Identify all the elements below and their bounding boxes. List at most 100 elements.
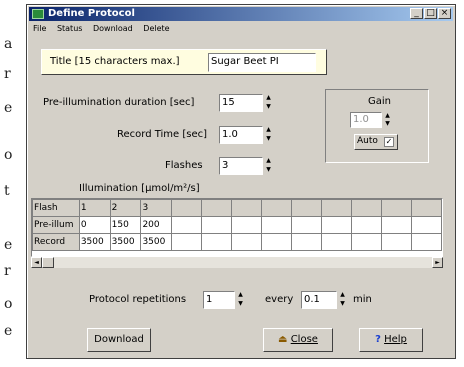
repetitions-input[interactable]: 1: [203, 291, 235, 309]
background-text: e: [4, 237, 13, 253]
spin-up-icon[interactable]: ▲: [235, 291, 246, 300]
spin-down-icon[interactable]: ▼: [263, 135, 274, 144]
auto-gain-checkbox[interactable]: ✓: [384, 137, 394, 147]
row-header: Record: [32, 233, 80, 251]
background-text: a: [4, 36, 13, 52]
illumination-table: Flash 1 2 3 Pre-illum 0 150 200 Record 3…: [32, 199, 442, 251]
record-time-spinner[interactable]: ▲ ▼: [263, 126, 274, 144]
menu-bar: File Status Download Delete: [29, 22, 453, 36]
help-icon: ?: [375, 334, 381, 345]
scroll-right-icon[interactable]: ►: [432, 257, 443, 268]
preillum-label: Pre-illumination duration [sec]: [43, 97, 195, 108]
table-cell[interactable]: [291, 233, 323, 251]
spin-down-icon[interactable]: ▼: [263, 103, 274, 112]
flashes-input[interactable]: 3: [219, 157, 263, 175]
table-cell: [381, 199, 413, 217]
row-header: Pre-illum: [32, 216, 80, 234]
table-cell[interactable]: [411, 233, 442, 251]
spin-up-icon[interactable]: ▲: [382, 112, 393, 120]
record-time-label: Record Time [sec]: [117, 129, 208, 140]
every-label: every: [265, 294, 294, 305]
preillum-input[interactable]: 15: [219, 94, 263, 112]
spin-down-icon[interactable]: ▼: [235, 300, 246, 309]
gain-group: Gain 1.0 ▲ ▼ Auto ✓: [325, 89, 429, 163]
spin-up-icon[interactable]: ▲: [263, 126, 274, 135]
table-cell[interactable]: 3500: [78, 233, 111, 251]
maximize-button[interactable]: □: [424, 8, 437, 19]
table-cell: [201, 199, 233, 217]
menu-status[interactable]: Status: [53, 22, 87, 36]
table-cell[interactable]: [231, 233, 263, 251]
table-cell[interactable]: [321, 216, 353, 234]
menu-download[interactable]: Download: [89, 22, 137, 36]
table-row: Pre-illum 0 150 200: [32, 216, 442, 234]
background-text: r: [4, 66, 11, 82]
table-cell[interactable]: [261, 216, 293, 234]
minimize-button[interactable]: _: [410, 8, 423, 19]
table-cell[interactable]: [381, 233, 413, 251]
interval-spinner[interactable]: ▲ ▼: [337, 291, 348, 309]
table-cell[interactable]: [261, 233, 293, 251]
spin-up-icon[interactable]: ▲: [263, 94, 274, 103]
repetitions-spinner[interactable]: ▲ ▼: [235, 291, 246, 309]
flashes-label: Flashes: [165, 160, 203, 171]
table-cell[interactable]: [291, 216, 323, 234]
table-cell[interactable]: [231, 216, 263, 234]
table-cell[interactable]: [171, 233, 203, 251]
table-cell[interactable]: 200: [140, 216, 173, 234]
interval-input[interactable]: 0.1: [301, 291, 337, 309]
title-label: Title [15 characters max.]: [50, 56, 180, 67]
spin-up-icon[interactable]: ▲: [263, 157, 274, 166]
gain-input[interactable]: 1.0: [350, 112, 382, 128]
table-cell[interactable]: [351, 233, 383, 251]
download-button[interactable]: Download: [87, 328, 151, 352]
table-header-row: Flash 1 2 3: [32, 199, 442, 217]
record-time-input[interactable]: 1.0: [219, 126, 263, 144]
background-document: a r e o t e r o e: [0, 0, 26, 367]
background-text: o: [4, 147, 13, 163]
table-cell: 3: [140, 199, 173, 217]
table-cell[interactable]: [201, 216, 233, 234]
menu-delete[interactable]: Delete: [139, 22, 173, 36]
table-cell: [261, 199, 293, 217]
gain-label: Gain: [368, 96, 391, 107]
close-button-label: Close: [290, 334, 318, 345]
interval-unit: min: [353, 294, 372, 305]
spin-up-icon[interactable]: ▲: [337, 291, 348, 300]
horizontal-scrollbar[interactable]: ◄ ►: [31, 257, 443, 268]
table-cell: [321, 199, 353, 217]
preillum-spinner[interactable]: ▲ ▼: [263, 94, 274, 112]
table-cell: 1: [78, 199, 111, 217]
scroll-thumb[interactable]: [42, 257, 54, 268]
table-cell[interactable]: 150: [109, 216, 142, 234]
close-button[interactable]: ⏏ Close: [263, 328, 333, 352]
title-bar[interactable]: Define Protocol _ □ ×: [29, 7, 453, 21]
gain-spinner[interactable]: ▲ ▼: [382, 112, 393, 128]
spin-down-icon[interactable]: ▼: [263, 166, 274, 175]
table-cell[interactable]: [381, 216, 413, 234]
table-cell[interactable]: 3500: [140, 233, 173, 251]
spin-down-icon[interactable]: ▼: [382, 120, 393, 128]
table-cell[interactable]: 0: [78, 216, 111, 234]
table-cell: Flash: [32, 199, 80, 217]
table-cell: [171, 199, 203, 217]
table-cell[interactable]: [201, 233, 233, 251]
background-text: e: [4, 100, 13, 116]
title-input[interactable]: Sugar Beet PI: [208, 53, 316, 72]
table-cell[interactable]: 3500: [109, 233, 142, 251]
illumination-grid[interactable]: Flash 1 2 3 Pre-illum 0 150 200 Record 3…: [31, 198, 443, 257]
table-cell[interactable]: [171, 216, 203, 234]
auto-gain-label: Auto: [357, 136, 378, 146]
background-text: e: [4, 323, 13, 339]
background-text: o: [4, 296, 13, 312]
exit-icon: ⏏: [278, 334, 288, 345]
table-cell[interactable]: [351, 216, 383, 234]
close-window-button[interactable]: ×: [438, 8, 451, 19]
flashes-spinner[interactable]: ▲ ▼: [263, 157, 274, 175]
help-button[interactable]: ? Help: [359, 328, 423, 352]
scroll-left-icon[interactable]: ◄: [31, 257, 42, 268]
spin-down-icon[interactable]: ▼: [337, 300, 348, 309]
table-cell[interactable]: [321, 233, 353, 251]
menu-file[interactable]: File: [29, 22, 50, 36]
table-cell[interactable]: [411, 216, 442, 234]
